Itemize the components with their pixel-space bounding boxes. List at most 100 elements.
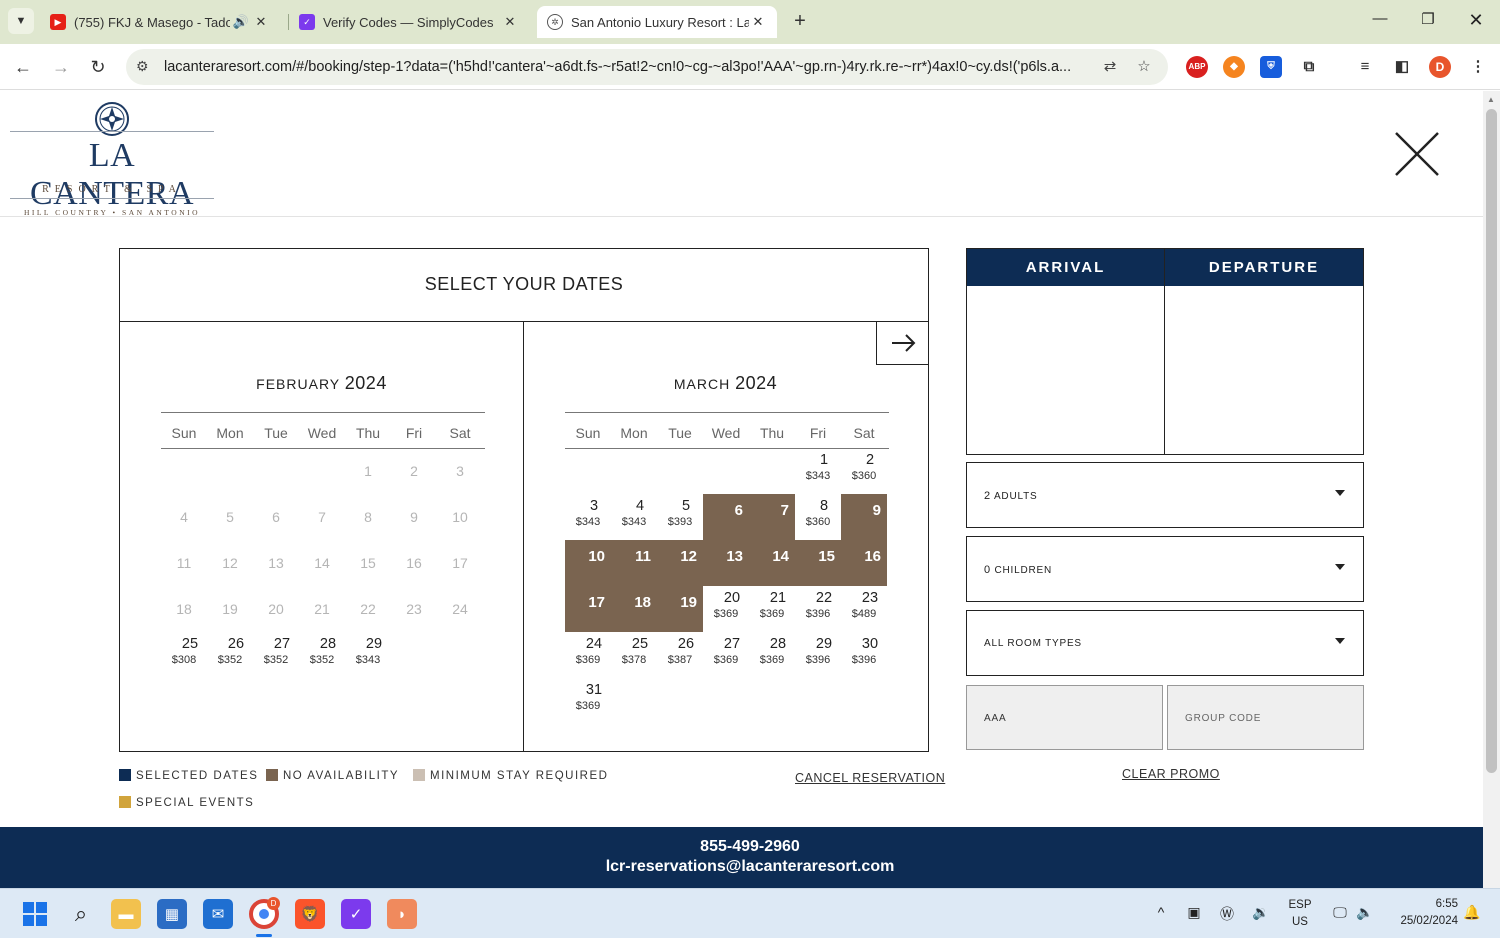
day-cell[interactable]: 27 $352 xyxy=(253,632,299,678)
forward-button[interactable]: → xyxy=(48,54,74,80)
metamask-icon[interactable]: ◆ xyxy=(1223,56,1245,78)
day-cell[interactable]: 24 $369 xyxy=(565,632,611,678)
day-cell[interactable]: 30 $396 xyxy=(841,632,887,678)
pinned-app-icon[interactable]: ◗ xyxy=(387,899,417,929)
day-number: 16 xyxy=(864,548,881,565)
day-cell-past: 14 xyxy=(299,540,345,586)
tab-simplycodes[interactable]: ✓ Verify Codes — SimplyCodes ✕ xyxy=(289,6,529,38)
side-panel-icon[interactable]: ◧ xyxy=(1391,56,1413,78)
tray-overflow-icon[interactable]: ^ xyxy=(1151,904,1171,924)
search-icon[interactable]: ⌕ xyxy=(66,899,96,929)
scrollbar-thumb[interactable] xyxy=(1486,109,1497,773)
day-number: 4 xyxy=(180,509,188,525)
tab-search-button[interactable]: ▼ xyxy=(8,8,34,34)
restore-button[interactable]: ❐ xyxy=(1416,10,1440,34)
day-cell[interactable]: 28 $352 xyxy=(299,632,345,678)
day-cell[interactable]: 2 $360 xyxy=(841,448,887,494)
children-select[interactable]: 0 CHILDREN xyxy=(966,536,1364,602)
file-explorer-icon[interactable]: ▬ xyxy=(111,899,141,929)
room-types-select[interactable]: ALL ROOM TYPES xyxy=(966,610,1364,676)
tab-close-icon[interactable]: ✕ xyxy=(749,14,767,30)
language-indicator[interactable]: ESP xyxy=(1284,899,1316,911)
tab-close-icon[interactable]: ✕ xyxy=(501,14,519,30)
promo-code-input[interactable]: AAA xyxy=(966,685,1163,750)
region-indicator: US xyxy=(1292,916,1308,928)
bitwarden-icon[interactable]: ⛨ xyxy=(1260,56,1282,78)
page-scrollbar[interactable]: ▲ xyxy=(1483,91,1500,888)
clock-time[interactable]: 6:55 xyxy=(1384,898,1458,910)
bookmark-star-icon[interactable]: ☆ xyxy=(1134,57,1154,77)
menu-kebab-icon[interactable]: ⋮ xyxy=(1467,56,1489,78)
simplycodes-app-icon[interactable]: ✓ xyxy=(341,899,371,929)
day-price: $369 xyxy=(713,654,739,666)
minimize-button[interactable]: — xyxy=(1368,10,1392,34)
phone-link[interactable]: 855-499-2960 xyxy=(0,838,1483,856)
url-text[interactable]: lacanteraresort.com/#/booking/step-1?dat… xyxy=(164,59,1094,75)
day-cell[interactable]: 25 $378 xyxy=(611,632,657,678)
day-cell-unavailable: 9 xyxy=(841,494,887,540)
day-cell[interactable]: 31 $369 xyxy=(565,678,611,724)
logo-rule xyxy=(10,131,214,132)
translate-icon[interactable]: ⇄ xyxy=(1100,57,1120,77)
day-cell[interactable]: 28 $369 xyxy=(749,632,795,678)
day-cell[interactable]: 26 $352 xyxy=(207,632,253,678)
window-close-button[interactable]: ✕ xyxy=(1464,10,1488,34)
day-cell[interactable]: 29 $396 xyxy=(795,632,841,678)
clock-date[interactable]: 25/02/2024 xyxy=(1384,915,1458,927)
speaker-tray-icon[interactable]: 🔈 xyxy=(1355,904,1375,924)
day-number: 18 xyxy=(176,601,192,617)
group-code-input[interactable]: GROUP CODE xyxy=(1167,685,1364,750)
day-cell[interactable]: 3 $343 xyxy=(565,494,611,540)
site-info-icon[interactable]: ⚙ xyxy=(136,58,149,75)
tab-la-cantera[interactable]: ✲ San Antonio Luxury Resort : La Cantera… xyxy=(537,6,777,38)
extensions-icon[interactable]: ⧉ xyxy=(1298,56,1320,78)
cancel-reservation-link[interactable]: CANCEL RESERVATION xyxy=(795,771,945,785)
la-cantera-logo[interactable]: LA CANTERA RESORT & SPA HILL COUNTRY • S… xyxy=(10,101,216,217)
day-number: 23 xyxy=(861,590,879,606)
address-bar[interactable]: ⚙ lacanteraresort.com/#/booking/step-1?d… xyxy=(126,49,1168,85)
brave-icon[interactable]: 🦁 xyxy=(295,899,325,929)
day-number: 19 xyxy=(222,601,238,617)
day-cell[interactable]: 23 $489 xyxy=(841,586,887,632)
microsoft-store-icon[interactable]: ▦ xyxy=(157,899,187,929)
clear-promo-link[interactable]: CLEAR PROMO xyxy=(1122,767,1220,781)
day-cell[interactable]: 22 $396 xyxy=(795,586,841,632)
back-button[interactable]: ← xyxy=(10,54,36,80)
day-cell[interactable]: 8 $360 xyxy=(795,494,841,540)
next-month-button[interactable] xyxy=(876,322,929,365)
day-number: 10 xyxy=(588,548,605,565)
media-controls-icon[interactable]: ≡ xyxy=(1354,56,1376,78)
day-cell[interactable]: 27 $369 xyxy=(703,632,749,678)
speaker-icon[interactable]: 🔊 xyxy=(230,14,252,30)
tray-app-icon[interactable]: ▣ xyxy=(1184,904,1204,924)
new-tab-button[interactable]: + xyxy=(788,10,812,34)
volume-icon[interactable]: 🔉 xyxy=(1251,904,1271,924)
profile-avatar[interactable]: D xyxy=(1429,56,1451,78)
day-cell[interactable]: 20 $369 xyxy=(703,586,749,632)
network-icon[interactable]: 🖵 xyxy=(1330,904,1350,924)
day-cell[interactable]: 29 $343 xyxy=(345,632,391,678)
windows-start-icon[interactable] xyxy=(20,899,50,929)
logo-name: LA CANTERA xyxy=(29,137,195,212)
email-link[interactable]: lcr-reservations@lacanteraresort.com xyxy=(0,858,1483,876)
close-booking-icon[interactable] xyxy=(1394,131,1440,177)
day-price: $396 xyxy=(805,608,831,620)
notification-bell-icon[interactable]: 🔔 xyxy=(1462,904,1482,924)
tray-wh-icon[interactable]: Ⓦ xyxy=(1217,904,1237,924)
tab-close-icon[interactable]: ✕ xyxy=(252,14,270,30)
day-cell[interactable]: 21 $369 xyxy=(749,586,795,632)
day-cell-past: 24 xyxy=(437,586,483,632)
mail-icon[interactable]: ✉ xyxy=(203,899,233,929)
adults-select[interactable]: 2 ADULTS xyxy=(966,462,1364,528)
scroll-up-icon[interactable]: ▲ xyxy=(1487,95,1495,104)
day-cell[interactable]: 25 $308 xyxy=(161,632,207,678)
day-cell[interactable]: 4 $343 xyxy=(611,494,657,540)
day-cell[interactable]: 5 $393 xyxy=(657,494,703,540)
day-cell[interactable]: 1 $343 xyxy=(795,448,841,494)
day-cell[interactable]: 26 $387 xyxy=(657,632,703,678)
day-number: 16 xyxy=(406,555,422,571)
tab-youtube[interactable]: ▶ (755) FKJ & Masego - Tadow 🔊 ✕ xyxy=(40,6,280,38)
month-march: MARCH 2024 Sun Mon Tue Wed Thu Fri Sat 1 $343 2 $… xyxy=(524,322,927,751)
reload-button[interactable]: ↻ xyxy=(85,54,111,80)
adblock-icon[interactable]: ABP xyxy=(1186,56,1208,78)
